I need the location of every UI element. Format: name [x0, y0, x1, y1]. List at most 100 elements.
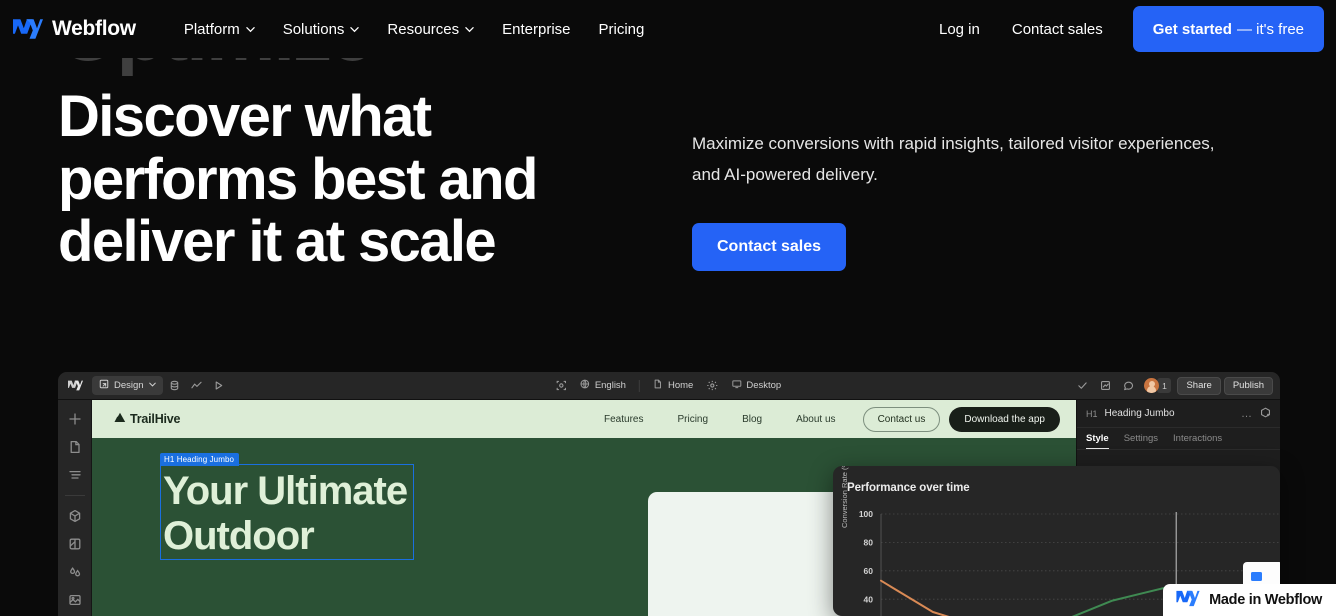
breakpoint-label: Desktop [746, 380, 782, 391]
locale-label: English [594, 380, 626, 391]
checkmark-icon[interactable] [1072, 376, 1092, 395]
site-link-about-us[interactable]: About us [779, 414, 852, 425]
cms-database-icon[interactable] [165, 376, 185, 395]
site-brand[interactable]: TrailHive [114, 412, 181, 426]
desktop-icon [731, 379, 741, 392]
nav-item-solutions[interactable]: Solutions [269, 13, 374, 46]
nav-actions: Log in Contact sales Get started — it's … [923, 6, 1336, 52]
focus-target-icon[interactable] [551, 376, 571, 395]
selection-badge: H1 Heading Jumbo [160, 453, 240, 466]
get-started-button[interactable]: Get started — it's free [1132, 6, 1324, 52]
contact-sales-link[interactable]: Contact sales [996, 13, 1119, 46]
chart-y-tick-label: 80 [864, 538, 874, 548]
toolbar-divider [638, 379, 640, 392]
breakpoint-selector[interactable]: Desktop [725, 376, 787, 395]
site-navbar: TrailHive Features Pricing Blog About us… [92, 400, 1076, 438]
right-panel-actions: … [1241, 405, 1271, 423]
chart-title: Performance over time [847, 482, 970, 494]
page-selector[interactable]: Home [647, 376, 699, 395]
more-dots-icon[interactable]: … [1241, 408, 1253, 420]
top-navigation-bar: Webflow Platform Solutions Resources Ent… [0, 0, 1336, 58]
add-icon[interactable] [62, 406, 88, 431]
chevron-down-icon [465, 24, 474, 34]
analytics-icon[interactable] [187, 376, 207, 395]
site-link-features[interactable]: Features [587, 414, 660, 425]
chart-y-tick-label: 40 [864, 594, 874, 604]
selected-heading-element[interactable]: Your Ultimate Outdoor [160, 464, 415, 560]
designer-mode-group: Design [92, 376, 229, 395]
designer-toolbar-right: 1 Share Publish [1072, 376, 1273, 395]
site-contact-us-button[interactable]: Contact us [862, 406, 941, 432]
hero-contact-sales-button[interactable]: Contact sales [692, 223, 847, 272]
page-title: Discover what performs best and deliver … [58, 84, 538, 275]
tab-interactions[interactable]: Interactions [1173, 433, 1222, 449]
nav-item-platform[interactable]: Platform [170, 13, 269, 46]
webflow-logo-icon [1176, 590, 1200, 611]
site-nav-links: Features Pricing Blog About us Contact u… [587, 406, 1060, 432]
nav-item-pricing[interactable]: Pricing [585, 13, 659, 46]
nav-item-platform-label: Platform [183, 20, 240, 38]
comment-bubble-icon[interactable] [1118, 376, 1138, 395]
collaborator-count: 1 [1157, 378, 1172, 393]
chart-y-tick-label: 100 [859, 509, 873, 519]
globe-icon [580, 379, 590, 392]
webflow-brand[interactable]: Webflow [13, 17, 136, 41]
audit-flag-icon[interactable] [1095, 376, 1115, 395]
style-source-icon[interactable] [1260, 405, 1271, 423]
site-brand-label: TrailHive [130, 412, 181, 426]
design-mode-chip[interactable]: Design [92, 376, 163, 395]
brand-name: Webflow [52, 17, 136, 40]
nav-item-resources[interactable]: Resources [373, 13, 488, 46]
preview-play-icon[interactable] [209, 376, 229, 395]
made-in-webflow-badge[interactable]: Made in Webflow [1163, 584, 1336, 616]
variables-icon[interactable] [62, 559, 88, 584]
get-started-bold-label: Get started [1152, 20, 1232, 38]
tab-settings[interactable]: Settings [1124, 433, 1158, 449]
element-tag: H1 [1086, 408, 1098, 419]
design-frame-icon [99, 379, 109, 392]
site-download-app-button[interactable]: Download the app [949, 406, 1060, 432]
site-link-pricing[interactable]: Pricing [660, 414, 725, 425]
locale-selector[interactable]: English [574, 376, 632, 395]
designer-toolbar: Design English Home Desktop 1 Share Publ… [58, 372, 1280, 400]
chevron-down-icon [148, 380, 156, 391]
right-panel-tabs: Style Settings Interactions [1077, 428, 1280, 450]
designer-toolbar-center: English Home Desktop [551, 376, 787, 395]
right-panel-header: H1 Heading Jumbo … [1077, 400, 1280, 428]
share-button[interactable]: Share [1177, 376, 1221, 395]
design-mode-label: Design [114, 380, 144, 391]
navigator-icon[interactable] [62, 463, 88, 488]
primary-nav-links: Platform Solutions Resources Enterprise … [170, 13, 659, 46]
components-icon[interactable] [62, 503, 88, 528]
get-started-thin-label: — it's free [1236, 20, 1304, 38]
page-icon [653, 379, 663, 392]
chevron-down-icon [350, 24, 360, 34]
site-link-blog[interactable]: Blog [725, 414, 779, 425]
chart-legend-swatch [1251, 572, 1262, 581]
canvas-heading-line-2: Outdoor [163, 513, 315, 558]
mountain-icon [114, 412, 126, 426]
rail-divider [64, 494, 85, 496]
pages-icon[interactable] [62, 434, 88, 459]
designer-webflow-logo-icon[interactable] [58, 380, 92, 391]
canvas-heading-line-1: Your Ultimate [163, 469, 408, 513]
collaborators[interactable]: 1 [1144, 378, 1172, 393]
login-link[interactable]: Log in [923, 13, 996, 46]
style-manager-icon[interactable] [62, 531, 88, 556]
hero-section: Discover what performs best and deliver … [0, 58, 1336, 358]
nav-item-resources-label: Resources [387, 20, 460, 38]
chevron-down-icon [245, 24, 255, 34]
hero-right-column: Maximize conversions with rapid insights… [692, 128, 1222, 272]
assets-icon[interactable] [62, 588, 88, 613]
tab-style[interactable]: Style [1086, 433, 1109, 449]
made-in-webflow-label: Made in Webflow [1209, 592, 1322, 608]
element-name: Heading Jumbo [1104, 408, 1175, 419]
publish-button[interactable]: Publish [1223, 376, 1273, 395]
nav-item-enterprise[interactable]: Enterprise [488, 13, 584, 46]
chart-y-tick-label: 60 [864, 566, 874, 576]
gear-icon[interactable] [702, 376, 722, 395]
hero-subheading: Maximize conversions with rapid insights… [692, 134, 1215, 185]
page-label: Home [667, 380, 694, 391]
webflow-logo-icon [13, 18, 43, 40]
nav-item-solutions-label: Solutions [282, 20, 345, 38]
